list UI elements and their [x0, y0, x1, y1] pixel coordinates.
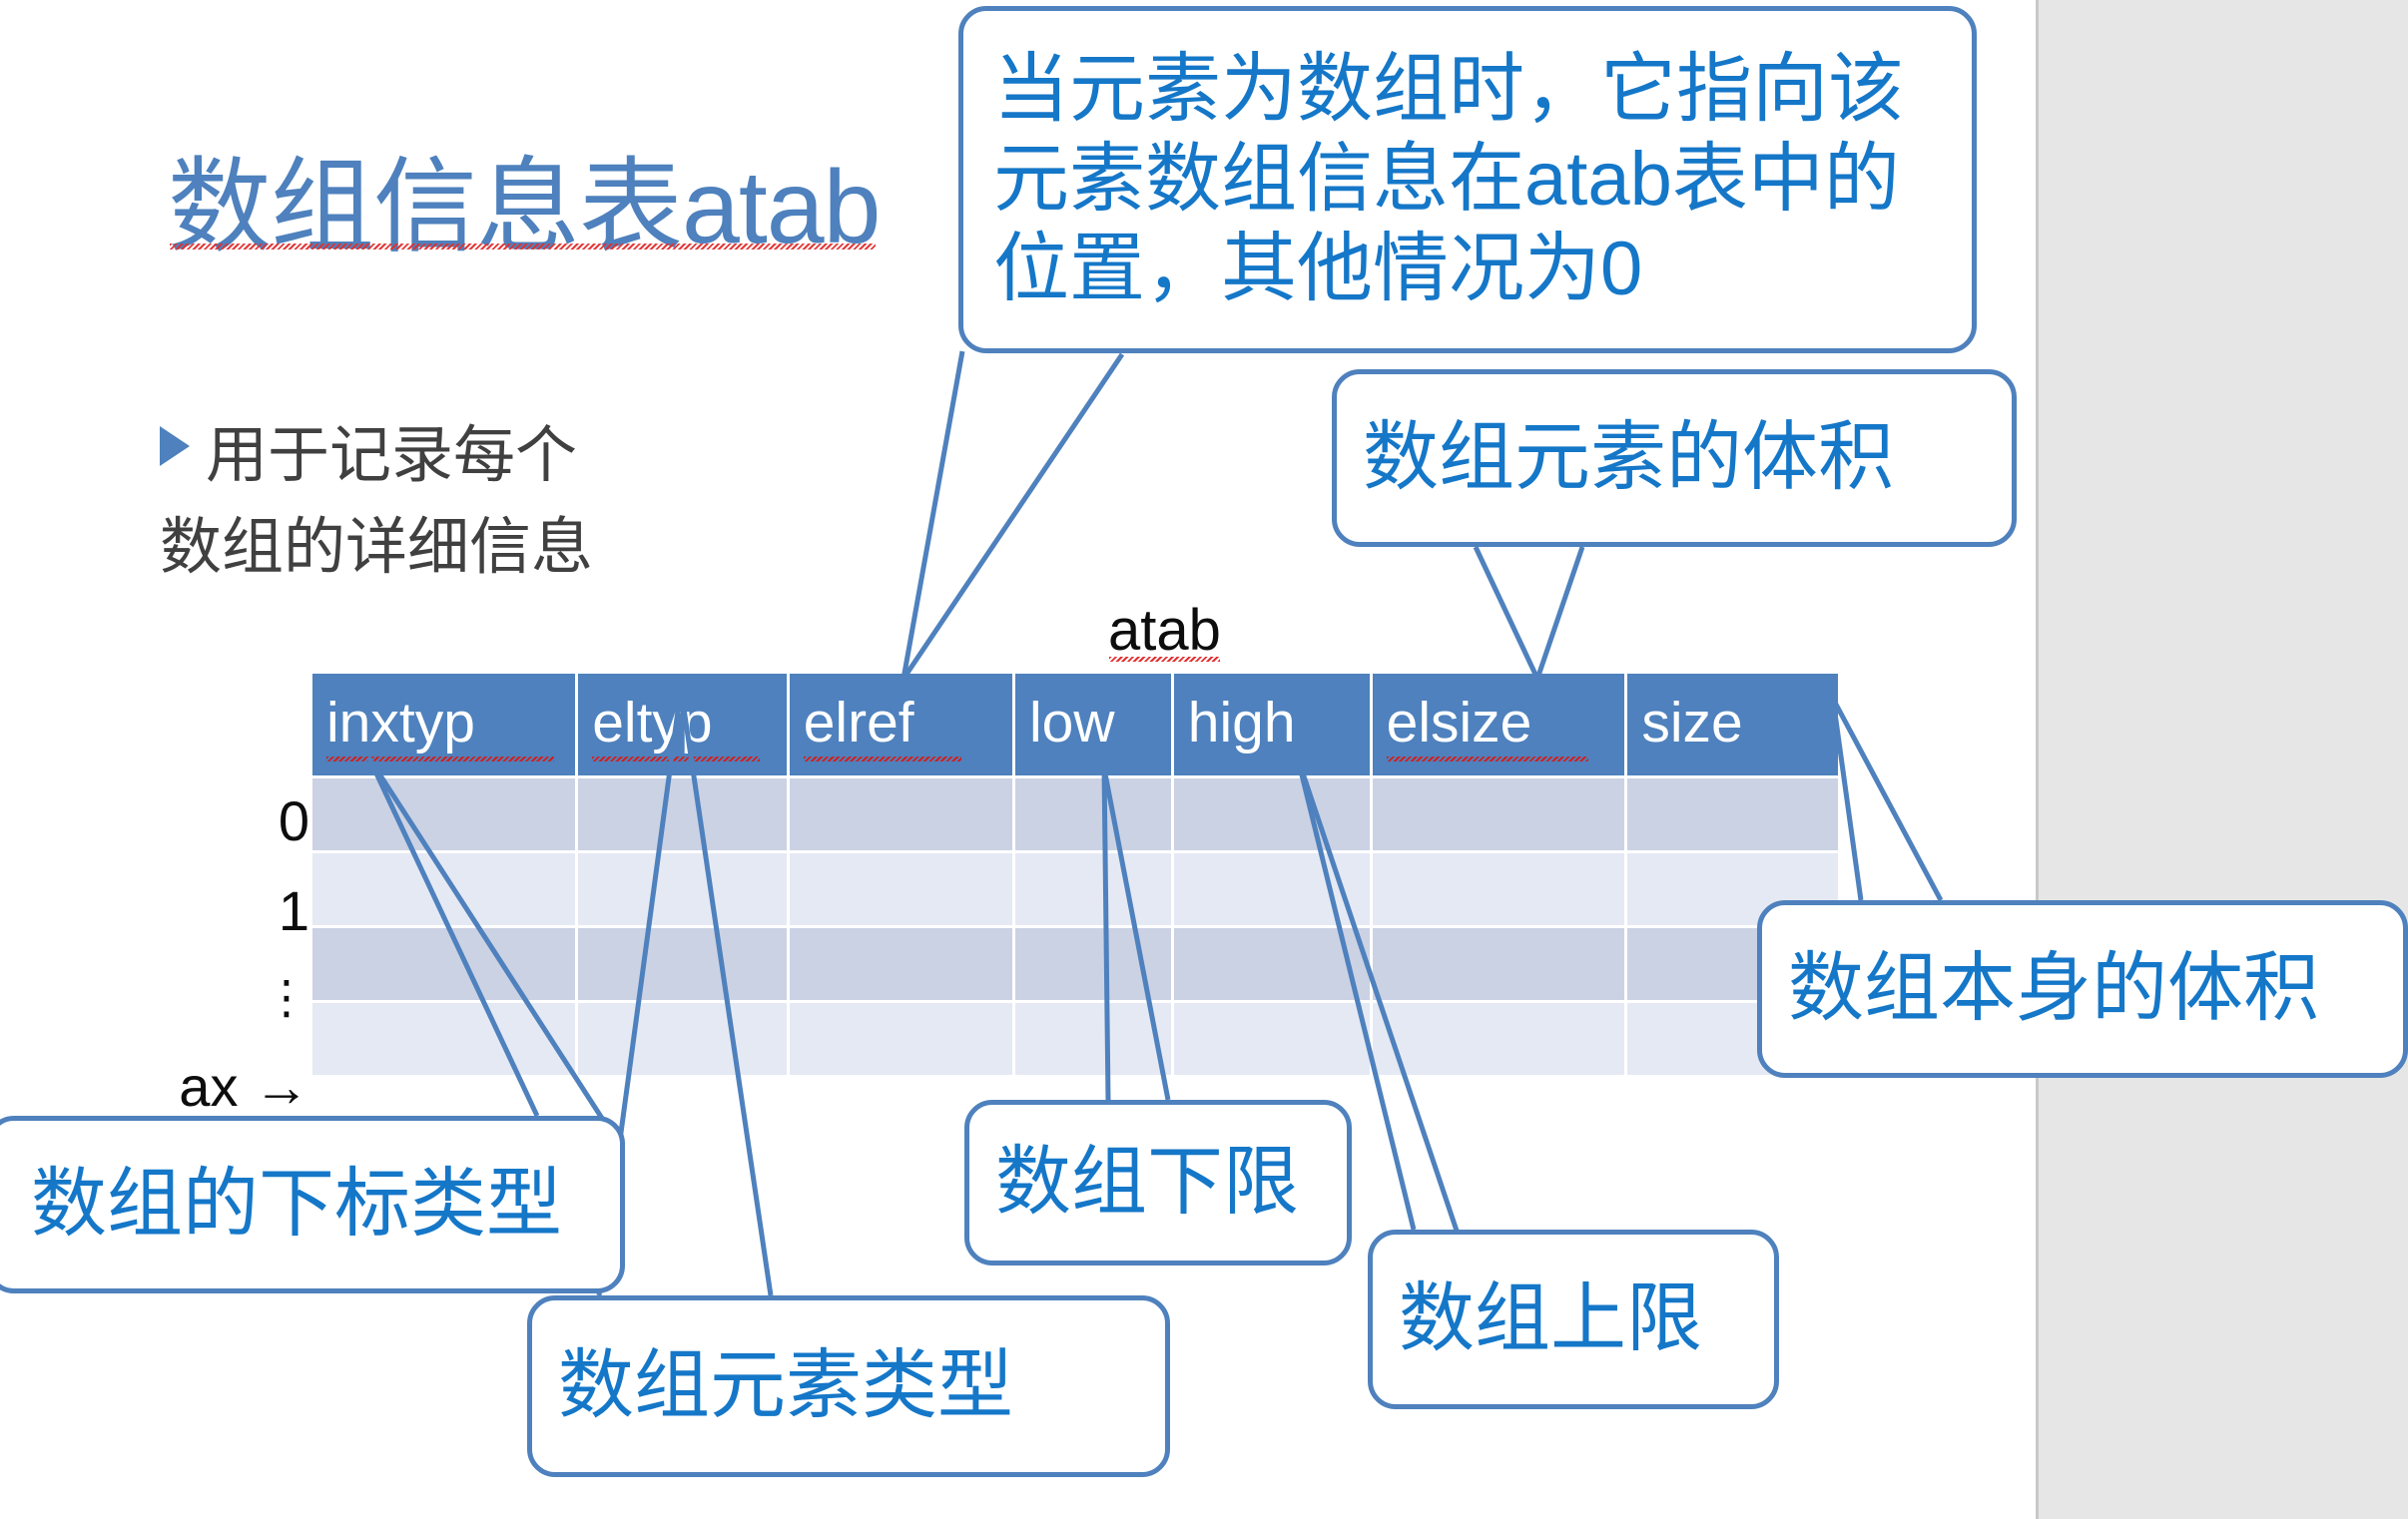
- callout-elsize[interactable]: 数组元素的体积: [1332, 369, 2017, 547]
- leader-line-size: [1830, 697, 1944, 902]
- callout-low[interactable]: 数组下限: [964, 1100, 1352, 1266]
- leader-line-elsize: [1473, 545, 1585, 686]
- callout-elref-text: 当元素为数组时，它指向该元素数组信息在atab表中的位置，其他情况为0: [993, 47, 1904, 311]
- callout-eltyp-text: 数组元素类型: [558, 1343, 1013, 1429]
- callout-elsize-text: 数组元素的体积: [1363, 415, 1894, 501]
- callout-high[interactable]: 数组上限: [1368, 1230, 1779, 1409]
- leader-line-low: [1101, 767, 1171, 1101]
- leader-line-elref: [901, 350, 1125, 681]
- screenshot-root: 数组信息表atab 用于记录每个 数组的详细信息 atab 0 1 ⋮ ax →: [0, 0, 2408, 1519]
- callout-size-text: 数组本身的体积: [1788, 946, 2319, 1032]
- callout-inxtyp[interactable]: 数组的下标类型: [0, 1116, 625, 1293]
- callout-eltyp[interactable]: 数组元素类型: [527, 1295, 1170, 1477]
- leader-line-inxtyp: [366, 757, 606, 1122]
- callout-elref[interactable]: 当元素为数组时，它指向该元素数组信息在atab表中的位置，其他情况为0: [958, 6, 1977, 353]
- callout-inxtyp-text: 数组的下标类型: [31, 1162, 562, 1248]
- callout-low-text: 数组下限: [995, 1140, 1299, 1226]
- callout-size[interactable]: 数组本身的体积: [1757, 900, 2408, 1078]
- callout-high-text: 数组上限: [1399, 1276, 1702, 1362]
